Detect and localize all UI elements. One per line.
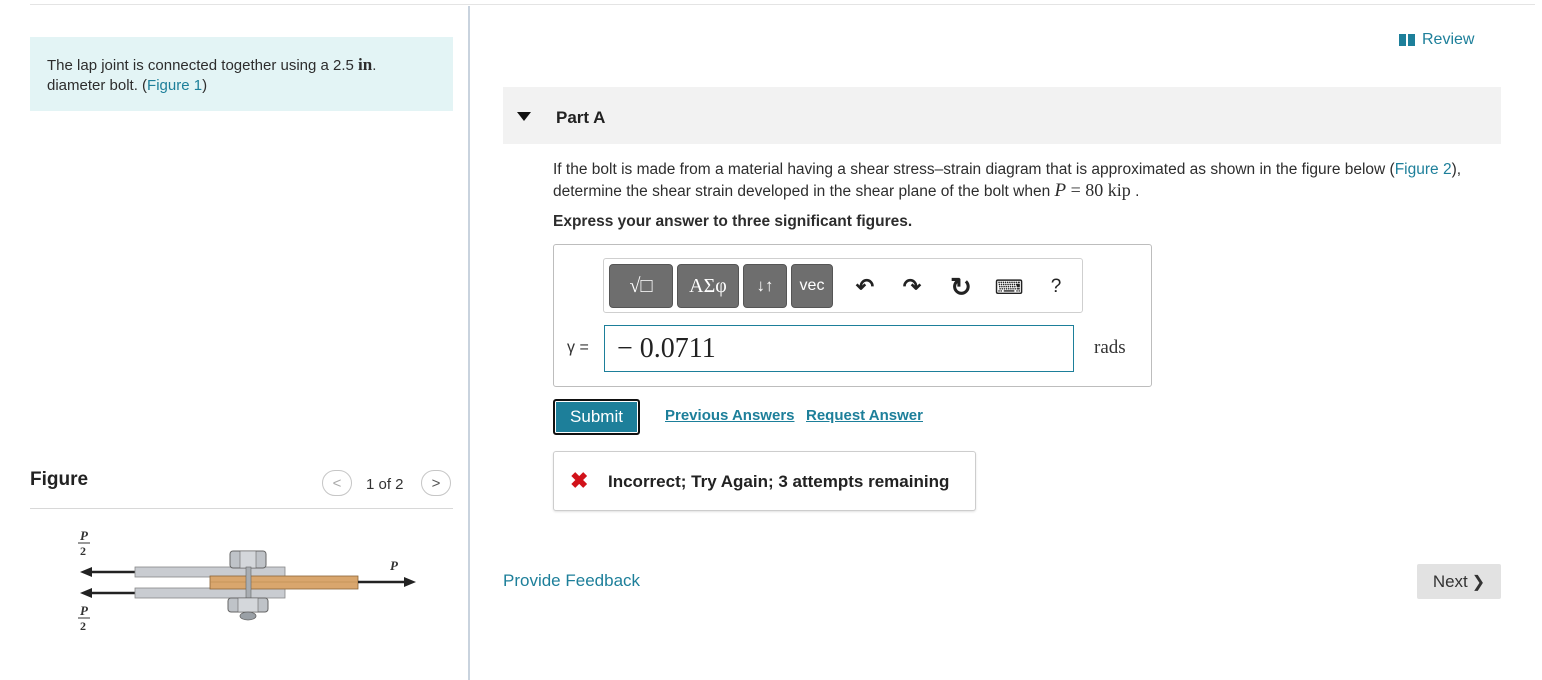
gamma-label: γ = — [567, 339, 589, 356]
undo-icon: ↶ — [855, 274, 875, 299]
chevron-left-icon: < — [332, 474, 342, 492]
submit-button[interactable]: Submit — [553, 399, 640, 435]
label-p-half-bottom-den: 2 — [80, 619, 86, 633]
top-rule — [30, 4, 1535, 5]
column-divider — [468, 6, 470, 680]
question-before: If the bolt is made from a material havi… — [553, 161, 1395, 178]
vector-label: vec — [799, 277, 825, 294]
problem-text-before: The lap joint is connected together usin… — [47, 57, 359, 74]
figure-counter: 1 of 2 — [366, 476, 404, 493]
problem-statement: The lap joint is connected together usin… — [30, 37, 453, 111]
figure-1-link[interactable]: Figure 1 — [147, 77, 202, 94]
book-icon — [1398, 33, 1416, 47]
question-end: . — [1130, 183, 1140, 200]
problem-text-after: ) — [202, 77, 208, 94]
label-p-half-top-den: 2 — [80, 544, 86, 558]
chevron-right-icon: > — [431, 474, 441, 492]
question-text: If the bolt is made from a material havi… — [553, 160, 1493, 202]
figure-title: Figure — [30, 469, 89, 490]
undo-button[interactable]: ↶ — [852, 274, 878, 300]
keyboard-button[interactable]: ⌨ — [994, 274, 1024, 300]
part-a-header[interactable] — [503, 87, 1501, 144]
units-label: rads — [1094, 337, 1126, 358]
request-answer-link[interactable]: Request Answer — [806, 407, 923, 424]
templates-icon: √□ — [629, 274, 653, 297]
arrows-button[interactable]: ↓↑ — [743, 264, 787, 308]
feedback-message: Incorrect; Try Again; 3 attempts remaini… — [608, 472, 950, 491]
provide-feedback-link[interactable]: Provide Feedback — [503, 571, 640, 591]
keyboard-icon: ⌨ — [994, 276, 1024, 299]
help-icon: ? — [1050, 276, 1062, 297]
previous-answers-link[interactable]: Previous Answers — [665, 407, 795, 424]
chevron-right-icon: ❯ — [1471, 573, 1486, 591]
figure-next-button[interactable]: > — [421, 470, 451, 496]
greek-symbols-button[interactable]: ΑΣφ — [677, 264, 739, 308]
label-p-half-bottom-num: P — [80, 603, 89, 618]
reset-button[interactable]: ↻ — [946, 271, 976, 302]
reset-icon: ↻ — [950, 271, 972, 302]
figure-rule — [30, 508, 453, 509]
review-label: Review — [1422, 31, 1475, 48]
next-button[interactable]: Next ❯ — [1417, 564, 1501, 599]
label-p: P — [390, 558, 399, 573]
answer-input[interactable]: − 0.0711 — [604, 325, 1074, 372]
instruction: Express your answer to three significant… — [553, 213, 913, 230]
figure-prev-button[interactable]: < — [322, 470, 352, 496]
arrows-icon: ↓↑ — [756, 276, 774, 295]
lap-joint-figure: P 2 P 2 P — [78, 528, 416, 633]
variable-p: P — [1054, 180, 1067, 201]
next-label: Next — [1432, 571, 1468, 591]
part-a-label: Part A — [556, 108, 606, 127]
review-link[interactable]: Review — [1398, 31, 1474, 49]
collapse-triangle-icon[interactable] — [517, 112, 531, 121]
unit-kip: kip — [1107, 180, 1131, 200]
help-button[interactable]: ? — [1044, 274, 1068, 300]
templates-button[interactable]: √□ — [609, 264, 673, 308]
greek-symbols-icon: ΑΣφ — [689, 274, 727, 297]
redo-button[interactable]: ↷ — [899, 274, 925, 300]
redo-icon: ↷ — [902, 274, 922, 299]
error-x-icon: ✖ — [570, 468, 589, 493]
figure-2-link[interactable]: Figure 2 — [1395, 161, 1452, 178]
equals-80: = 80 — [1066, 180, 1108, 200]
vector-button[interactable]: vec — [791, 264, 833, 308]
unit-in: in — [358, 55, 373, 74]
label-p-half-top-num: P — [80, 528, 89, 543]
